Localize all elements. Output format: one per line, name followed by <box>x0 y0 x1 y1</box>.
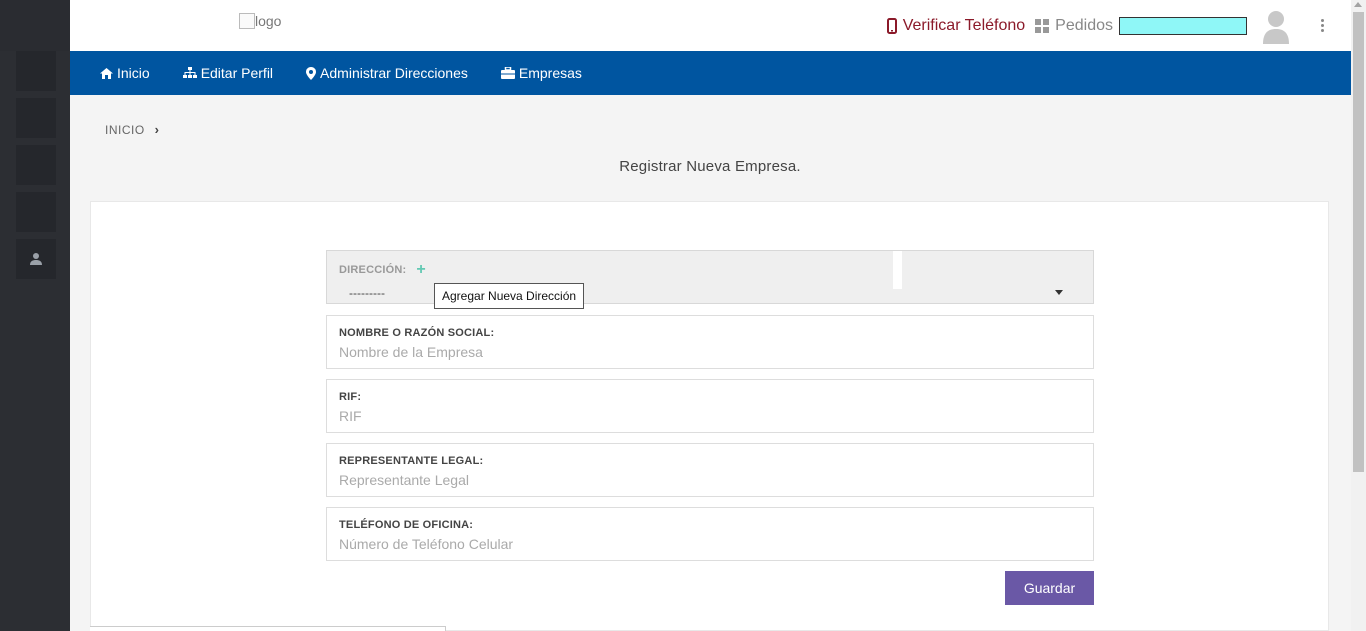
home-icon <box>100 67 113 79</box>
main-nav: Inicio Editar Perfil Administrar Direcci… <box>70 51 1351 95</box>
orders-label: Pedidos <box>1055 16 1113 34</box>
add-direccion-tooltip: Agregar Nueva Dirección <box>434 283 585 309</box>
direccion-label: DIRECCIÓN: + <box>339 261 426 278</box>
save-button[interactable]: Guardar <box>1005 571 1094 605</box>
nav-item-label: Empresas <box>518 65 582 81</box>
select-notch <box>893 251 902 289</box>
page-scrollbar[interactable] <box>1351 0 1366 631</box>
nav-item-label: Inicio <box>117 65 150 81</box>
avatar[interactable] <box>1261 8 1291 44</box>
nav-item-label: Editar Perfil <box>200 65 274 81</box>
user-icon <box>30 253 42 265</box>
sidebar-item-4[interactable] <box>16 192 56 232</box>
briefcase-icon <box>500 67 515 79</box>
scrollbar-thumb[interactable] <box>1353 12 1364 472</box>
chevron-right-icon: › <box>154 122 160 137</box>
grid-icon <box>1035 18 1050 33</box>
bottom-panel-edge <box>90 626 446 631</box>
sidebar-item-user[interactable] <box>16 239 56 279</box>
breadcrumb: INICIO › <box>105 122 160 137</box>
nav-item-empresas[interactable]: Empresas <box>500 65 582 81</box>
page-title: Registrar Nueva Empresa. <box>619 158 801 175</box>
left-sidebar <box>0 0 70 631</box>
direccion-selected-value: --------- <box>349 286 385 300</box>
map-marker-icon <box>306 66 317 80</box>
representante-field: REPRESENTANTE LEGAL: <box>326 443 1094 497</box>
verify-phone-label: Verificar Teléfono <box>902 16 1026 34</box>
top-header: logo Verificar Teléfono Pedidos <box>70 0 1351 51</box>
more-menu-icon[interactable] <box>1321 19 1325 32</box>
representante-input[interactable] <box>339 472 1079 488</box>
representante-label: REPRESENTANTE LEGAL: <box>339 455 484 467</box>
nombre-input[interactable] <box>339 344 1079 360</box>
nombre-field: NOMBRE O RAZÓN SOCIAL: <box>326 315 1094 369</box>
sitemap-icon <box>182 67 197 78</box>
sidebar-item-2[interactable] <box>16 98 56 138</box>
telefono-label: TELÉFONO DE OFICINA: <box>339 519 474 531</box>
nav-item-inicio[interactable]: Inicio <box>100 65 150 81</box>
sidebar-item-1[interactable] <box>16 51 56 91</box>
verify-phone-link[interactable]: Verificar Teléfono <box>886 16 1026 35</box>
nombre-label: NOMBRE O RAZÓN SOCIAL: <box>339 327 495 339</box>
header-highlight-box <box>1119 16 1247 35</box>
nav-item-administrar-direcciones[interactable]: Administrar Direcciones <box>306 65 468 81</box>
sidebar-top-block <box>0 0 70 51</box>
mobile-phone-icon <box>886 17 897 34</box>
add-direccion-icon[interactable]: + <box>416 262 426 278</box>
chevron-down-icon[interactable] <box>1055 290 1063 295</box>
telefono-input[interactable] <box>339 536 1079 552</box>
breadcrumb-home[interactable]: INICIO <box>105 123 145 137</box>
telefono-field: TELÉFONO DE OFICINA: <box>326 507 1094 561</box>
rif-label: RIF: <box>339 391 362 403</box>
header-actions: Verificar Teléfono Pedidos <box>886 0 1351 51</box>
nav-item-editar-perfil[interactable]: Editar Perfil <box>182 65 274 81</box>
nav-item-label: Administrar Direcciones <box>320 65 468 81</box>
orders-link[interactable]: Pedidos <box>1035 17 1113 35</box>
rif-input[interactable] <box>339 408 1079 424</box>
broken-image-icon <box>239 13 255 29</box>
logo[interactable]: logo <box>239 13 281 29</box>
rif-field: RIF: <box>326 379 1094 433</box>
logo-alt-text: logo <box>255 13 282 29</box>
scroll-up-arrow-icon[interactable] <box>1354 2 1362 7</box>
